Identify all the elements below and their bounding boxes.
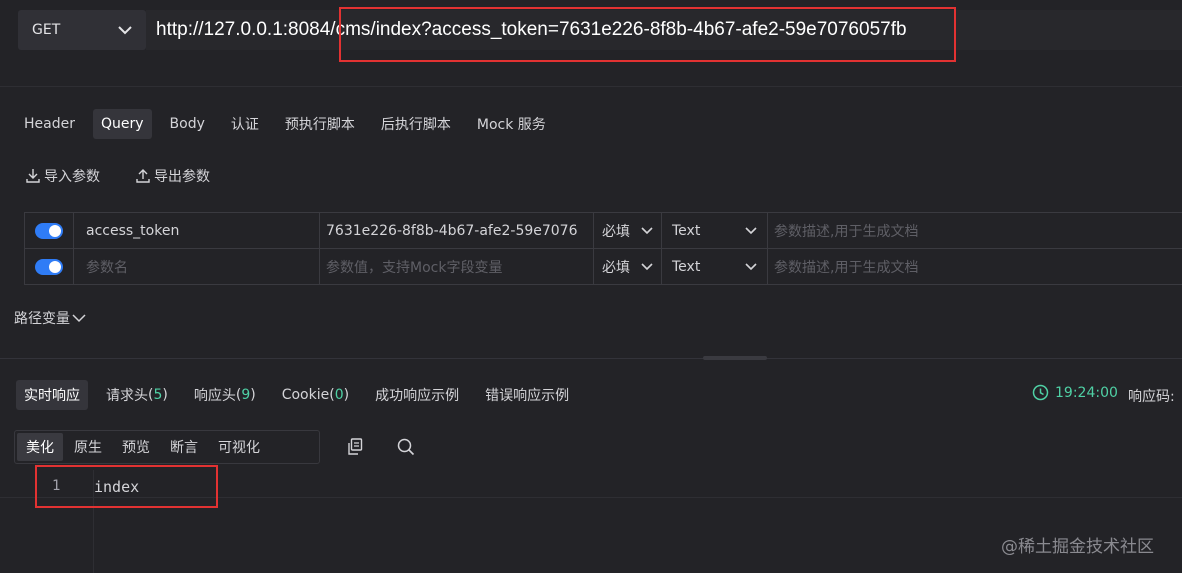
import-params-button[interactable]: 导入参数 [25, 166, 100, 186]
chevron-down-icon [641, 262, 653, 270]
param-enable-toggle[interactable] [35, 258, 63, 275]
editor-line-border [0, 497, 1182, 498]
path-variables-toggle[interactable]: 路径变量 [14, 308, 86, 328]
tab-count: 9 [241, 387, 251, 403]
param-name: access_token [86, 222, 180, 239]
tab-label: 成功响应示例 [375, 388, 460, 404]
export-params-button[interactable]: 导出参数 [135, 166, 210, 186]
param-type-label: Text [672, 258, 701, 275]
param-value-placeholder: 参数值，支持Mock字段变量 [326, 259, 503, 276]
tab-label: 错误响应示例 [485, 388, 570, 404]
view-mode-visualize[interactable]: 可视化 [209, 433, 269, 461]
param-enable-cell [24, 249, 74, 284]
download-icon [26, 169, 40, 183]
clock-icon [1032, 384, 1049, 401]
export-params-label: 导出参数 [154, 169, 210, 185]
divider [0, 86, 1182, 87]
chevron-down-icon [745, 226, 757, 234]
param-enable-toggle[interactable] [35, 222, 63, 239]
param-required-select[interactable]: 必填 [594, 213, 662, 248]
param-name-cell[interactable]: 参数名 [74, 249, 320, 284]
param-value-cell[interactable]: 参数值，支持Mock字段变量 [320, 249, 594, 284]
param-name-cell[interactable]: access_token [74, 213, 320, 248]
watermark: @稀土掘金技术社区 [1001, 537, 1154, 557]
panel-divider [0, 358, 1182, 359]
view-mode-beautify[interactable]: 美化 [17, 433, 63, 461]
tab-count: 0 [334, 387, 344, 403]
param-required-label: 必填 [602, 259, 630, 276]
tab-body[interactable]: Body [162, 109, 213, 139]
param-name-placeholder: 参数名 [86, 259, 128, 276]
request-tabs: Header Query Body 认证 预执行脚本 后执行脚本 Mock 服务 [16, 109, 564, 139]
chevron-down-icon [72, 313, 86, 322]
upload-icon [136, 169, 150, 183]
path-variables-label: 路径变量 [14, 311, 70, 327]
response-tabs: 实时响应 请求头(5) 响应头(9) Cookie(0) 成功响应示例 错误响应… [16, 380, 587, 410]
param-value-cell[interactable]: 7631e226-8f8b-4b67-afe2-59e7076 [320, 213, 594, 248]
tab-header[interactable]: Header [16, 109, 83, 139]
tab-success-example[interactable]: 成功响应示例 [367, 380, 467, 410]
view-mode-assert[interactable]: 断言 [161, 433, 207, 461]
param-type-label: Text [672, 222, 701, 239]
copy-icon[interactable] [347, 438, 363, 459]
param-type-select[interactable]: Text [662, 213, 768, 248]
url-text: http://127.0.0.1:8084/cms/index?access_t… [156, 19, 907, 40]
tab-mock[interactable]: Mock 服务 [469, 109, 554, 139]
tab-post-script[interactable]: 后执行脚本 [373, 109, 459, 139]
tab-count: 5 [153, 387, 163, 403]
param-value: 7631e226-8f8b-4b67-afe2-59e7076 [326, 222, 578, 239]
search-icon[interactable] [397, 438, 415, 460]
tab-label: 响应头 [193, 388, 236, 404]
query-params-table: access_token 7631e226-8f8b-4b67-afe2-59e… [24, 212, 1182, 285]
param-desc-placeholder: 参数描述,用于生成文档 [774, 223, 919, 240]
chevron-down-icon [118, 25, 132, 34]
param-required-label: 必填 [602, 223, 630, 240]
method-label: GET [32, 22, 61, 38]
tab-realtime-response[interactable]: 实时响应 [16, 380, 88, 410]
view-mode-raw[interactable]: 原生 [65, 433, 111, 461]
line-number: 1 [52, 478, 61, 494]
tab-error-example[interactable]: 错误响应示例 [477, 380, 577, 410]
method-select[interactable]: GET [18, 10, 146, 50]
param-enable-cell [24, 213, 74, 248]
tab-cookie[interactable]: Cookie(0) [274, 380, 357, 410]
chevron-down-icon [641, 226, 653, 234]
import-params-label: 导入参数 [44, 169, 100, 185]
tab-auth[interactable]: 认证 [223, 109, 267, 139]
tab-response-headers[interactable]: 响应头(9) [186, 380, 264, 410]
table-row: access_token 7631e226-8f8b-4b67-afe2-59e… [24, 213, 1182, 249]
response-code-label: 响应码: [1128, 389, 1175, 405]
param-desc-cell[interactable]: 参数描述,用于生成文档 [768, 213, 1182, 248]
resize-handle[interactable] [703, 356, 767, 360]
response-time-value: 19:24:00 [1055, 384, 1118, 401]
table-row: 参数名 参数值，支持Mock字段变量 必填 Text 参数描述,用于生成文档 [24, 249, 1182, 285]
param-type-select[interactable]: Text [662, 249, 768, 284]
tab-request-headers[interactable]: 请求头(5) [98, 380, 176, 410]
tab-pre-script[interactable]: 预执行脚本 [277, 109, 363, 139]
param-required-select[interactable]: 必填 [594, 249, 662, 284]
response-body-text[interactable]: index [94, 478, 139, 496]
tab-label: Cookie [281, 387, 330, 403]
param-desc-placeholder: 参数描述,用于生成文档 [774, 259, 919, 276]
response-time: 19:24:00 [1032, 384, 1118, 401]
tab-query[interactable]: Query [92, 109, 152, 139]
url-input[interactable]: http://127.0.0.1:8084/cms/index?access_t… [146, 10, 1182, 50]
param-desc-cell[interactable]: 参数描述,用于生成文档 [768, 249, 1182, 284]
view-mode-preview[interactable]: 预览 [113, 433, 159, 461]
chevron-down-icon [745, 262, 757, 270]
view-mode-group: 美化 原生 预览 断言 可视化 [14, 430, 320, 464]
tab-label: 请求头 [106, 388, 148, 404]
tab-label: 实时响应 [24, 388, 80, 404]
